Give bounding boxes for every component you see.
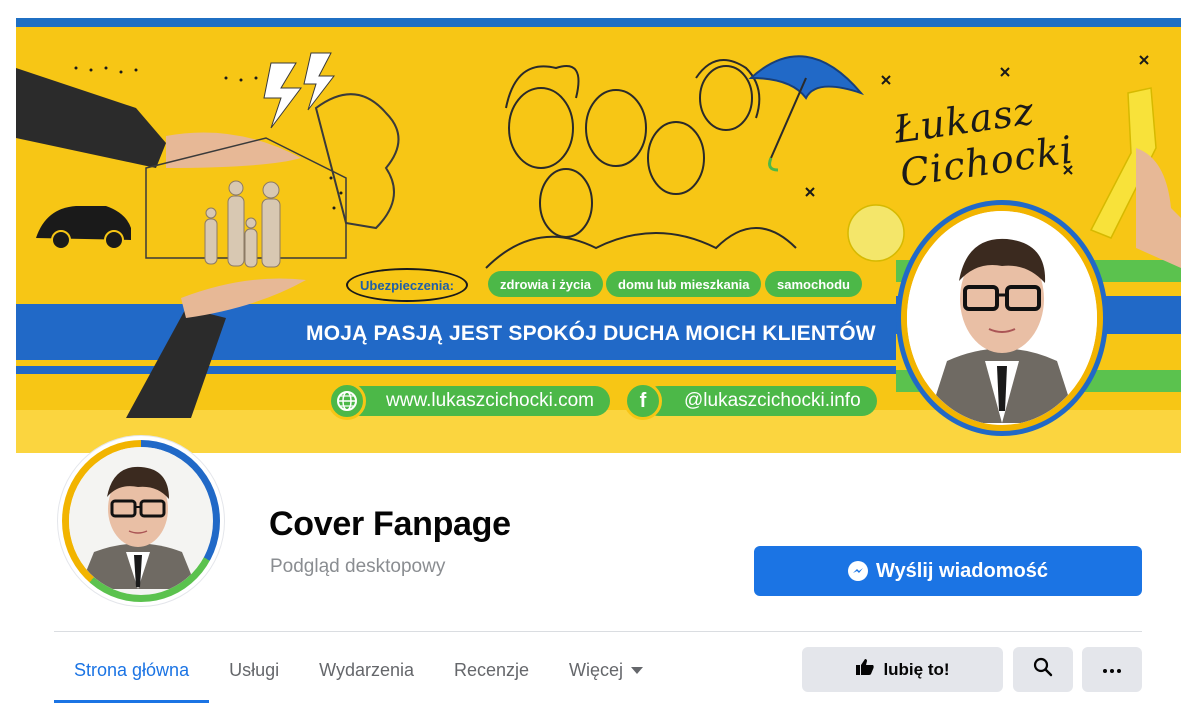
cover-photo[interactable]: Łukasz Cichocki Ubezpieczenia: zdrowia i… bbox=[16, 18, 1181, 453]
more-icon bbox=[1102, 661, 1122, 679]
insurance-pill-home: domu lub mieszkania bbox=[606, 271, 762, 297]
website-pill: www.lukaszcichocki.com bbox=[346, 386, 610, 416]
tab-home-label: Strona główna bbox=[74, 659, 190, 680]
facebook-pill: @lukaszcichocki.info bbox=[644, 386, 877, 416]
website-text: www.lukaszcichocki.com bbox=[386, 390, 594, 411]
tab-events-label: Wydarzenia bbox=[319, 659, 414, 680]
tab-home[interactable]: Strona główna bbox=[54, 640, 210, 703]
tab-reviews-label: Recenzje bbox=[454, 659, 530, 680]
search-icon bbox=[1033, 657, 1053, 682]
tab-reviews[interactable]: Recenzje bbox=[434, 640, 549, 700]
tab-services[interactable]: Usługi bbox=[209, 640, 299, 700]
caret-down-icon bbox=[631, 666, 644, 674]
page-title: Cover Fanpage bbox=[269, 505, 511, 543]
globe-icon bbox=[328, 382, 366, 420]
facebook-icon: f bbox=[624, 382, 662, 420]
messenger-icon bbox=[848, 561, 869, 581]
send-message-label: Wyślij wiadomość bbox=[876, 559, 1048, 582]
tabs-divider bbox=[54, 631, 1142, 632]
tab-services-label: Usługi bbox=[229, 659, 280, 680]
insurance-pill-car: samochodu bbox=[765, 271, 862, 297]
facebook-glyph: f bbox=[639, 389, 647, 412]
thumbs-up-icon bbox=[855, 658, 875, 681]
insurance-label: Ubezpieczenia: bbox=[346, 268, 468, 302]
more-options-button[interactable] bbox=[1082, 647, 1142, 692]
send-message-button[interactable]: Wyślij wiadomość bbox=[754, 546, 1142, 596]
insurance-pill-health: zdrowia i życia bbox=[488, 271, 604, 297]
tab-more-label: Więcej bbox=[569, 659, 624, 680]
search-button[interactable] bbox=[1013, 647, 1073, 692]
avatar-image bbox=[69, 447, 207, 589]
cover-portrait bbox=[896, 200, 1108, 436]
cover-portrait-image bbox=[907, 211, 1097, 423]
tab-events[interactable]: Wydarzenia bbox=[299, 640, 434, 700]
facebook-handle-text: @lukaszcichocki.info bbox=[684, 390, 861, 411]
cover-slogan: MOJĄ PASJĄ JEST SPOKÓJ DUCHA MOICH KLIEN… bbox=[306, 322, 876, 345]
like-label: lubię to! bbox=[883, 659, 950, 679]
page-subtitle: Podgląd desktopowy bbox=[270, 556, 446, 577]
like-button[interactable]: lubię to! bbox=[802, 647, 1003, 692]
page-tabs: Strona główna Usługi Wydarzenia Recenzje… bbox=[54, 640, 663, 706]
profile-avatar[interactable] bbox=[58, 436, 224, 606]
tab-more[interactable]: Więcej bbox=[549, 640, 663, 700]
